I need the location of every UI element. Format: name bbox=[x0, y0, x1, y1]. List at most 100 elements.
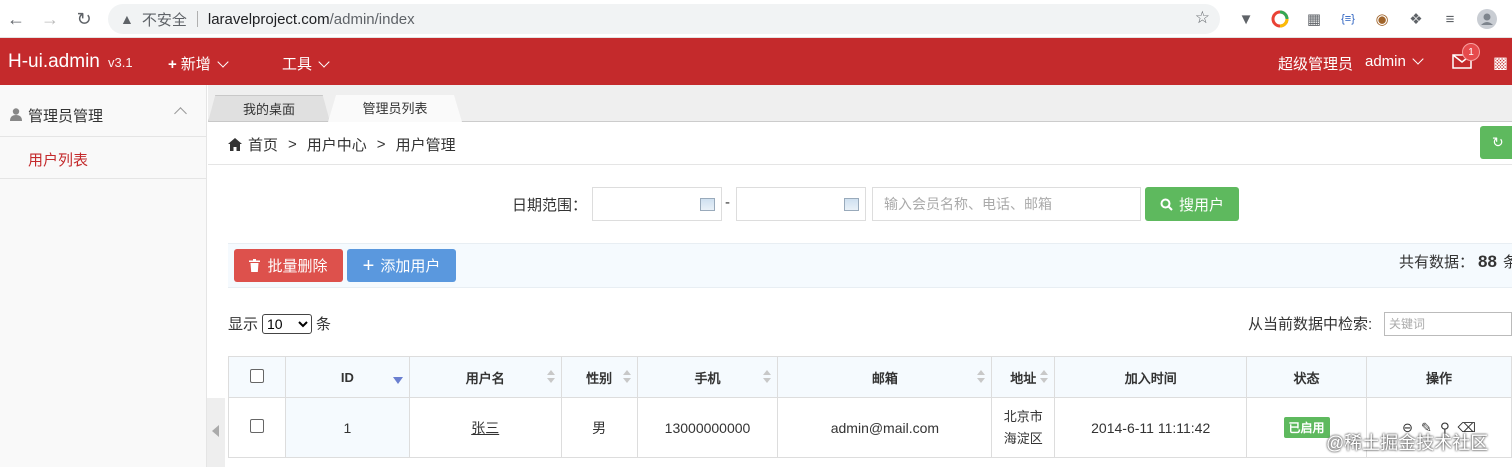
search-user-button[interactable]: 搜用户 bbox=[1145, 187, 1239, 221]
column-label: 状态 bbox=[1293, 370, 1320, 386]
page-length-control: 显示 10 条 bbox=[228, 313, 331, 334]
cell-username: 张三 bbox=[408, 397, 562, 458]
bookmark-star-icon[interactable]: ☆ bbox=[1195, 8, 1210, 28]
breadcrumb-user-center[interactable]: 用户中心 bbox=[307, 134, 367, 155]
home-icon bbox=[228, 138, 242, 151]
column-header-gender[interactable]: 性别 bbox=[560, 356, 638, 398]
mail-count-badge: 1 bbox=[1462, 43, 1480, 61]
address-bar[interactable]: ▲ 不安全 laravelproject.com/admin/index ☆ bbox=[108, 4, 1220, 34]
sidebar-item-user-list[interactable]: 用户列表 bbox=[0, 137, 206, 179]
cell-join-time: 2014-6-11 11:11:42 bbox=[1054, 397, 1248, 458]
address-divider bbox=[196, 11, 198, 27]
user-menu[interactable]: admin bbox=[1365, 53, 1424, 70]
tab-admin-list[interactable]: 管理员列表 bbox=[328, 95, 462, 122]
reading-list-icon[interactable]: ≡ bbox=[1440, 8, 1460, 30]
date-range-dash: - bbox=[725, 194, 730, 211]
status-badge: 已启用 bbox=[1283, 417, 1330, 438]
sort-icon bbox=[546, 370, 555, 384]
refresh-button[interactable]: ↻ bbox=[1480, 126, 1512, 159]
column-header-username[interactable]: 用户名 bbox=[408, 356, 562, 398]
filter-label: 从当前数据中检索: bbox=[1248, 316, 1373, 333]
breadcrumb-separator: > bbox=[288, 136, 297, 153]
column-label: 用户名 bbox=[465, 370, 505, 386]
select-all-checkbox[interactable] bbox=[249, 368, 264, 383]
calendar-icon[interactable] bbox=[844, 198, 859, 211]
keyword-search-input[interactable] bbox=[872, 187, 1141, 221]
select-all-cell bbox=[228, 356, 286, 398]
menu-tools[interactable]: 工具 bbox=[282, 53, 330, 74]
sidebar-group-label: 管理员管理 bbox=[28, 108, 104, 125]
total-prefix: 共有数据： bbox=[1399, 254, 1475, 271]
sidebar: 管理员管理 用户列表 bbox=[0, 85, 207, 467]
date-end-input[interactable] bbox=[736, 187, 866, 221]
total-count: 共有数据： 88 条 bbox=[1399, 251, 1512, 272]
unit-label: 条 bbox=[316, 316, 332, 333]
column-label: ID bbox=[340, 369, 354, 385]
watermark-text: @稀土掘金技术社区 bbox=[1326, 433, 1489, 453]
sidebar-group-admin[interactable]: 管理员管理 bbox=[0, 97, 206, 137]
calendar-icon[interactable] bbox=[700, 198, 715, 211]
add-user-button[interactable]: + 添加用户 bbox=[347, 249, 456, 282]
monkey-extension-icon[interactable]: ◉ bbox=[1372, 8, 1392, 30]
column-header-id[interactable]: ID bbox=[284, 356, 410, 398]
url-host: laravelproject.com bbox=[207, 10, 330, 28]
chevron-down-icon bbox=[318, 56, 330, 68]
date-range-label: 日期范围： bbox=[512, 197, 588, 214]
chevron-down-icon bbox=[1412, 53, 1424, 65]
filter-input[interactable] bbox=[1384, 312, 1512, 336]
back-icon[interactable]: ← bbox=[0, 3, 32, 35]
row-checkbox[interactable] bbox=[249, 419, 264, 433]
plus-icon: + bbox=[168, 56, 177, 73]
address-line: 北京市 bbox=[1003, 408, 1043, 424]
browser-toolbar: ← → ↻ ▲ 不安全 laravelproject.com/admin/ind… bbox=[0, 0, 1512, 38]
date-start-input[interactable] bbox=[592, 187, 722, 221]
profile-avatar-icon[interactable] bbox=[1476, 8, 1498, 30]
tab-my-desktop[interactable]: 我的桌面 bbox=[208, 95, 330, 122]
table-header-row: ID 用户名 性别 手机 邮箱 地址 加入时间 状态 操作 bbox=[228, 356, 1512, 398]
column-header-status: 状态 bbox=[1246, 356, 1367, 398]
breadcrumb-separator: > bbox=[376, 136, 386, 153]
address-line: 海淀区 bbox=[1003, 430, 1043, 446]
user-name: admin bbox=[1365, 53, 1406, 70]
column-header-phone[interactable]: 手机 bbox=[636, 356, 779, 398]
breadcrumb-user-management: 用户管理 bbox=[395, 137, 456, 154]
json-extension-icon[interactable]: {≡} bbox=[1336, 8, 1360, 30]
sidebar-collapse-handle[interactable] bbox=[207, 398, 225, 467]
total-suffix: 条 bbox=[1502, 254, 1512, 271]
cell-id: 1 bbox=[284, 397, 410, 458]
cell-address: 北京市 海淀区 bbox=[991, 397, 1056, 458]
tab-bar: 我的桌面 管理员列表 bbox=[208, 85, 1512, 122]
username-link[interactable]: 张三 bbox=[471, 420, 499, 436]
column-header-email[interactable]: 邮箱 bbox=[777, 356, 993, 398]
column-header-address[interactable]: 地址 bbox=[991, 356, 1056, 398]
reload-icon[interactable]: ↻ bbox=[68, 3, 100, 35]
skin-shirt-icon[interactable]: ▩ bbox=[1493, 53, 1508, 73]
page-size-select[interactable]: 10 bbox=[262, 313, 313, 334]
batch-delete-button[interactable]: 批量删除 bbox=[234, 249, 343, 282]
vue-devtools-icon[interactable]: ▼ bbox=[1236, 8, 1256, 30]
chevron-up-icon bbox=[174, 107, 187, 120]
app-header: H-ui.admin v3.1 + 新增 工具 超级管理员 admin 1 ▩ bbox=[0, 38, 1512, 85]
cell-gender: 男 bbox=[560, 397, 638, 458]
chevron-down-icon bbox=[217, 56, 229, 68]
sort-icon bbox=[622, 370, 631, 384]
column-label: 地址 bbox=[1010, 370, 1037, 386]
sort-icon bbox=[1040, 370, 1049, 384]
caret-left-icon bbox=[212, 425, 219, 437]
breadcrumb-home[interactable]: 首页 bbox=[248, 134, 278, 155]
menu-new[interactable]: + 新增 bbox=[168, 53, 229, 74]
forward-icon[interactable]: → bbox=[34, 3, 66, 35]
search-icon bbox=[1160, 198, 1173, 211]
column-label: 操作 bbox=[1425, 370, 1452, 386]
puzzle-extensions-icon[interactable]: ❖ bbox=[1406, 8, 1426, 30]
sort-icon bbox=[763, 370, 772, 384]
menu-tools-label: 工具 bbox=[282, 56, 313, 73]
grid-extension-icon[interactable]: ▦ bbox=[1304, 8, 1324, 30]
user-icon bbox=[10, 108, 22, 121]
trash-icon bbox=[249, 259, 261, 272]
app-brand[interactable]: H-ui.admin bbox=[8, 51, 100, 73]
plus-icon: + bbox=[362, 254, 375, 277]
color-wheel-extension-icon[interactable] bbox=[1270, 8, 1290, 30]
batch-delete-label: 批量删除 bbox=[267, 258, 328, 275]
column-label: 性别 bbox=[586, 370, 613, 386]
